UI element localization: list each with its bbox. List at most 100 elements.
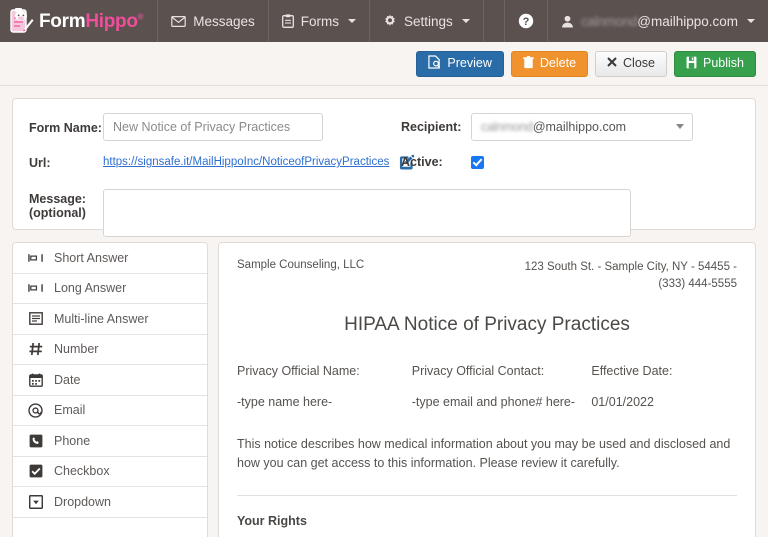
field-item-multi-line-answer[interactable]: Multi-line Answer [13, 304, 207, 335]
field-item-label: Dropdown [54, 494, 111, 509]
form-message-row: Message: (optional) [29, 189, 739, 237]
envelope-icon [171, 15, 187, 27]
privacy-official-contact-value[interactable]: -type email and phone# here- [412, 395, 592, 409]
recipient-row: Recipient: calnmond@mailhippo.com [401, 113, 693, 141]
active-checkbox[interactable] [471, 155, 484, 169]
brand-text-first: Form [39, 10, 86, 32]
document-title: HIPAA Notice of Privacy Practices [344, 314, 630, 336]
field-item-number[interactable]: Number [13, 334, 207, 365]
short-answer-icon [27, 252, 44, 264]
recipient-select[interactable]: calnmond@mailhippo.com [471, 113, 693, 141]
field-item-date[interactable]: Date [13, 365, 207, 396]
url-label: Url: [29, 156, 51, 170]
question-circle-icon: ? [518, 13, 534, 29]
form-settings-right-column: Recipient: calnmond@mailhippo.com Active… [401, 113, 693, 169]
close-button[interactable]: Close [595, 50, 667, 77]
field-item-label: Phone [54, 433, 91, 448]
form-name-input[interactable] [103, 113, 323, 141]
navbar-left-group: FormHippo® Messages Forms Settings [0, 0, 484, 42]
field-type-list: Short Answer Long Answer Multi-line Answ… [12, 242, 208, 537]
help-button[interactable]: ? [504, 0, 547, 42]
privacy-official-name-value[interactable]: -type name here- [237, 395, 412, 409]
document-org-name: Sample Counseling, LLC [237, 259, 365, 271]
calendar-icon [27, 373, 44, 387]
field-item-label: Long Answer [54, 281, 127, 296]
file-search-icon [428, 55, 441, 72]
publish-button[interactable]: Publish [674, 50, 756, 77]
publish-button-label: Publish [703, 56, 744, 71]
close-button-label: Close [623, 56, 655, 71]
editor-area: Short Answer Long Answer Multi-line Answ… [12, 242, 756, 537]
at-icon [27, 403, 44, 418]
save-icon [686, 56, 697, 72]
account-email: calnmond@mailhippo.com [581, 14, 738, 29]
account-email-redacted: calnmond [581, 13, 638, 29]
nav-item-messages-label: Messages [193, 13, 255, 29]
preview-button[interactable]: Preview [416, 50, 504, 77]
brand-wordmark: FormHippo® [39, 10, 144, 32]
delete-button[interactable]: Delete [510, 50, 589, 77]
document-divider [237, 494, 737, 496]
form-url-link[interactable]: https://signsafe.it/MailHippoInc/Noticeo… [103, 153, 389, 168]
document-section-heading: Your Rights [237, 513, 307, 528]
field-item-email[interactable]: Email [13, 395, 207, 426]
effective-date-header: Effective Date: [591, 364, 673, 379]
field-item-dropdown[interactable]: Dropdown [13, 487, 207, 518]
long-answer-icon [27, 282, 44, 294]
nav-item-settings[interactable]: Settings [370, 0, 484, 42]
account-menu[interactable]: calnmond@mailhippo.com [547, 0, 768, 42]
document-preview-pane[interactable]: Sample Counseling, LLC 123 South St. - S… [218, 242, 756, 537]
field-item-label: Date [54, 372, 81, 387]
document-org-address: 123 South St. - Sample City, NY - 54455 … [524, 261, 737, 290]
document-header: Sample Counseling, LLC 123 South St. - S… [237, 259, 737, 292]
account-email-domain: @mailhippo.com [637, 13, 738, 29]
field-item-label: Number [54, 342, 99, 357]
effective-date-value[interactable]: 01/01/2022 [591, 395, 737, 409]
nav-item-settings-label: Settings [404, 13, 453, 29]
form-name-label: Form Name: [29, 121, 102, 135]
field-item-label: Email [54, 403, 86, 418]
clipboard-icon [281, 14, 294, 28]
document-meta-columns: Privacy Official Name: -type name here- … [237, 364, 737, 409]
nav-item-forms[interactable]: Forms [269, 0, 371, 42]
chevron-down-icon [461, 19, 470, 23]
message-label-text: Message: [29, 192, 86, 206]
preview-button-label: Preview [447, 56, 492, 71]
document-meta-col-1: Privacy Official Name: -type name here- [237, 364, 412, 409]
message-textarea[interactable] [103, 189, 631, 237]
document-meta-col-3: Effective Date: 01/01/2022 [591, 364, 737, 409]
field-item-label: Checkbox [54, 464, 110, 479]
field-item-checkbox[interactable]: Checkbox [13, 456, 207, 487]
nav-item-messages[interactable]: Messages [158, 0, 269, 42]
nav-item-forms-label: Forms [300, 13, 340, 29]
brand-text-second: Hippo [85, 10, 138, 32]
recipient-select-wrapper: calnmond@mailhippo.com [471, 113, 693, 141]
form-settings-panel: Form Name: Url: https://signsafe.it/Mail… [12, 98, 756, 237]
checkbox-icon [27, 464, 44, 478]
field-item-long-answer[interactable]: Long Answer [13, 273, 207, 304]
message-label: Message: (optional) [29, 189, 103, 221]
chevron-down-icon [348, 19, 357, 23]
recipient-selected-value: calnmond@mailhippo.com [481, 120, 626, 134]
privacy-official-contact-header: Privacy Official Contact: [411, 364, 545, 379]
hash-icon [27, 342, 44, 356]
brand-logo-link[interactable]: FormHippo® [0, 0, 159, 42]
multiline-answer-icon [27, 312, 44, 326]
clipboard-hippo-logo-icon [8, 7, 34, 35]
delete-button-label: Delete [539, 56, 577, 71]
dropdown-icon [27, 494, 44, 509]
user-icon [561, 15, 574, 28]
recipient-label: Recipient: [401, 120, 462, 134]
field-item-phone[interactable]: Phone [13, 426, 207, 457]
top-navbar: FormHippo® Messages Forms Settings ? cal… [0, 0, 768, 42]
recipient-redacted-user: calnmond [481, 120, 533, 134]
x-icon [607, 57, 617, 70]
svg-text:?: ? [523, 16, 530, 28]
field-item-short-answer[interactable]: Short Answer [13, 243, 207, 274]
field-item-label: Multi-line Answer [54, 311, 149, 326]
privacy-official-name-header: Privacy Official Name: [237, 364, 360, 379]
active-row: Active: [401, 155, 693, 169]
message-label-optional: (optional) [29, 206, 86, 221]
recipient-domain: @mailhippo.com [532, 120, 627, 134]
active-label: Active: [401, 155, 443, 169]
